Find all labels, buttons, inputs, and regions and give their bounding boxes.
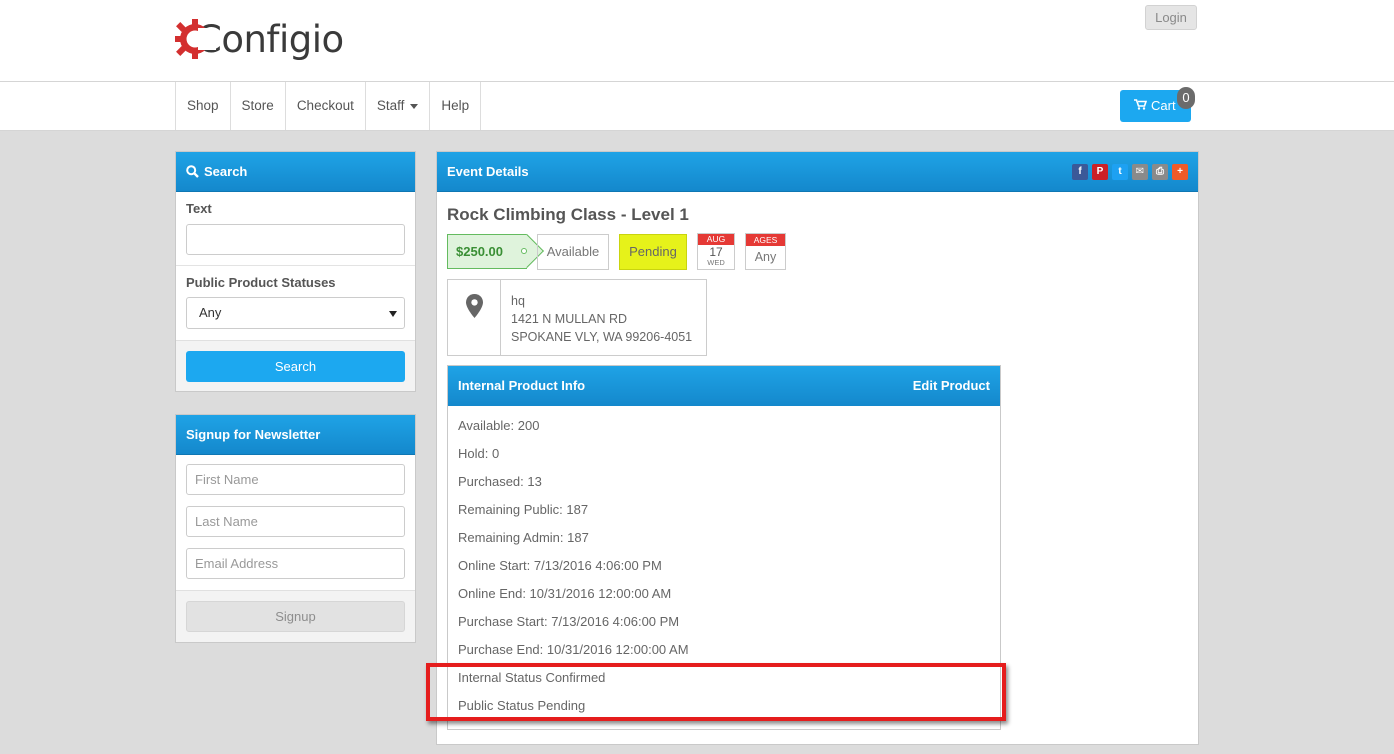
info-row: Available: 200	[458, 418, 540, 433]
first-name-field[interactable]: First Name	[186, 464, 405, 495]
location-address: hq 1421 N MULLAN RD SPOKANE VLY, WA 9920…	[511, 292, 692, 346]
caret-down-icon	[410, 103, 419, 109]
twitter-icon[interactable]: t	[1112, 164, 1128, 180]
address-line-1: 1421 N MULLAN RD	[511, 312, 628, 326]
email-icon[interactable]: ✉	[1132, 164, 1148, 180]
status-label: Public Product Statuses	[186, 275, 336, 290]
edit-product-link[interactable]: Edit Product	[913, 366, 990, 406]
plus-icon[interactable]: +	[1172, 164, 1188, 180]
facebook-icon[interactable]: f	[1072, 164, 1088, 180]
ages-value: Any	[754, 250, 777, 264]
internal-info-header: Internal Product Info Edit Product	[448, 366, 1000, 406]
info-row: Online Start: 7/13/2016 4:06:00 PM	[458, 558, 662, 573]
gear-logo-icon	[174, 18, 216, 60]
date-calendar-icon: AUG 17 WED	[697, 233, 735, 270]
tag-hole-icon	[521, 248, 527, 254]
availability-badge: Available	[537, 234, 609, 270]
nav-staff[interactable]: Staff	[366, 82, 431, 130]
cart-icon	[1134, 90, 1148, 122]
last-name-field[interactable]: Last Name	[186, 506, 405, 537]
text-label: Text	[186, 201, 212, 216]
search-panel-header: Search	[176, 152, 415, 192]
location-name: hq	[511, 294, 525, 308]
ages-label: AGES	[746, 234, 785, 246]
info-row: Purchase Start: 7/13/2016 4:06:00 PM	[458, 614, 680, 629]
cart-count-badge: 0	[1177, 87, 1195, 109]
ages-badge: AGES Any	[745, 233, 786, 270]
nav-store[interactable]: Store	[231, 82, 286, 130]
event-details-header: Event Details f P t ✉ ⎙ +	[437, 152, 1198, 192]
date-month: AUG	[698, 234, 734, 245]
info-row: Remaining Public: 187	[458, 502, 589, 517]
price-tag: $250.00	[447, 234, 544, 269]
nav-menu: Shop Store Checkout Staff Help	[175, 82, 482, 130]
search-button[interactable]: Search	[186, 351, 405, 382]
info-row: Remaining Admin: 187	[458, 530, 589, 545]
event-details-title: Event Details	[447, 164, 529, 179]
print-icon[interactable]: ⎙	[1152, 164, 1168, 180]
address-line-2: SPOKANE VLY, WA 99206-4051	[511, 330, 693, 344]
map-marker-icon	[448, 280, 501, 355]
signup-button[interactable]: Signup	[186, 601, 405, 632]
info-row: Purchased: 13	[458, 474, 542, 489]
highlight-annotation-box	[426, 663, 1006, 721]
info-row: Online End: 10/31/2016 12:00:00 AM	[458, 586, 672, 601]
status-badge: Pending	[619, 234, 687, 270]
configio-logo[interactable]: Configio	[174, 12, 344, 66]
nav-help[interactable]: Help	[430, 82, 482, 130]
site-header: Configio Login	[0, 0, 1394, 81]
dropdown-arrow-icon	[389, 311, 397, 317]
info-row: Hold: 0	[458, 446, 500, 461]
date-weekday: WED	[707, 258, 725, 267]
social-share-bar: f P t ✉ ⎙ +	[1072, 164, 1188, 180]
event-details-panel: Event Details f P t ✉ ⎙ + Rock Climbing …	[436, 151, 1199, 745]
event-title: Rock Climbing Class - Level 1	[447, 205, 689, 224]
email-field[interactable]: Email Address	[186, 548, 405, 579]
newsletter-header: Signup for Newsletter	[176, 415, 415, 455]
divider	[176, 265, 415, 266]
nav-checkout[interactable]: Checkout	[286, 82, 366, 130]
search-icon	[186, 154, 199, 194]
status-select-value: Any	[199, 305, 222, 320]
nav-staff-label: Staff	[376, 98, 405, 113]
pinterest-icon[interactable]: P	[1092, 164, 1108, 180]
location-box: hq 1421 N MULLAN RD SPOKANE VLY, WA 9920…	[447, 279, 707, 356]
logo-text: Configio	[196, 17, 344, 61]
search-panel: Search Text Public Product Statuses Any …	[175, 151, 416, 392]
nav-shop[interactable]: Shop	[176, 82, 231, 130]
internal-info-title: Internal Product Info	[458, 378, 586, 393]
price-value: $250.00	[456, 244, 503, 259]
newsletter-panel: Signup for Newsletter First Name Last Na…	[175, 414, 416, 643]
cart-label: Cart	[1151, 98, 1176, 113]
text-search-input[interactable]	[186, 224, 405, 255]
status-select[interactable]: Any	[186, 297, 405, 329]
search-panel-title: Search	[204, 164, 248, 179]
login-button[interactable]: Login	[1145, 5, 1197, 30]
info-row: Purchase End: 10/31/2016 12:00:00 AM	[458, 642, 689, 657]
